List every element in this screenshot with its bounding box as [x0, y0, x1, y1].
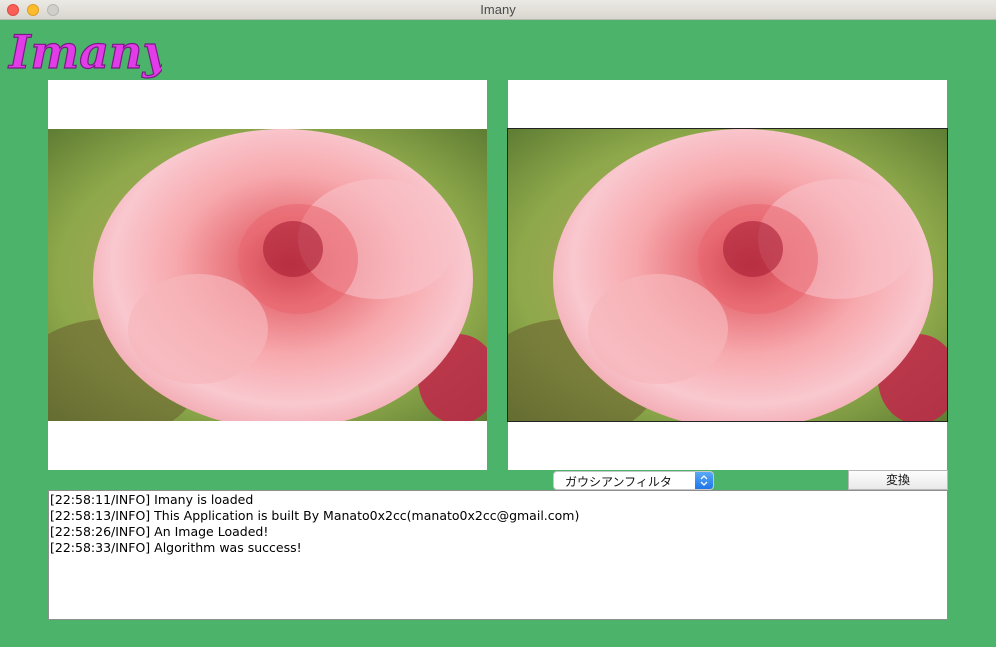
log-line: [22:58:11/INFO] Imany is loaded — [50, 492, 254, 507]
filter-select[interactable]: ガウシアンフィルタ — [553, 471, 714, 490]
title-bar: Imany — [0, 0, 996, 20]
source-image — [48, 129, 487, 421]
logo-text: Imany — [7, 25, 162, 79]
app-logo: Imany — [6, 18, 173, 80]
filter-select-value: ガウシアンフィルタ — [565, 475, 672, 489]
log-textarea[interactable]: [22:58:11/INFO] Imany is loaded [22:58:1… — [48, 490, 948, 620]
convert-button[interactable]: 変換 — [848, 470, 948, 490]
result-image-panel — [507, 80, 948, 470]
window-title: Imany — [480, 2, 516, 17]
log-line: [22:58:13/INFO] This Application is buil… — [50, 508, 580, 523]
source-image-panel — [48, 80, 487, 470]
select-stepper-icon — [695, 472, 713, 489]
log-line: [22:58:26/INFO] An Image Loaded! — [50, 524, 269, 539]
log-line: [22:58:33/INFO] Algorithm was success! — [50, 540, 302, 555]
result-image — [507, 128, 948, 422]
